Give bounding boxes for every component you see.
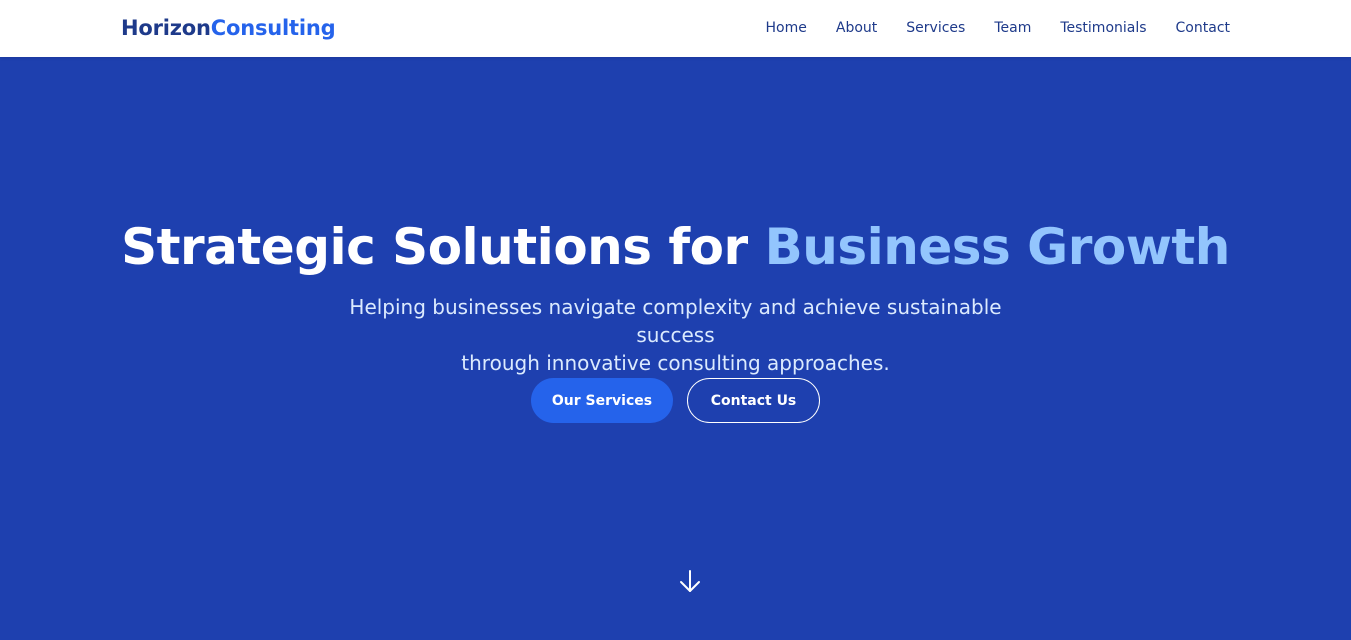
hero-subtitle-line-1: Helping businesses navigate complexity a… [349,295,1002,347]
logo[interactable]: HorizonConsulting [121,14,336,42]
nav-link-services[interactable]: Services [906,18,965,38]
contact-us-button[interactable]: Contact Us [687,378,820,423]
nav-link-team[interactable]: Team [994,18,1031,38]
hero-title: Strategic Solutions for Business Growth [0,215,1351,279]
nav-link-contact[interactable]: Contact [1176,18,1230,38]
nav-link-about[interactable]: About [836,18,877,38]
nav-link-testimonials[interactable]: Testimonials [1060,18,1146,38]
arrow-down-icon[interactable] [676,567,704,595]
nav-link-home[interactable]: Home [766,18,807,38]
our-services-button[interactable]: Our Services [531,378,673,423]
hero-title-main: Strategic Solutions for [121,218,748,276]
hero-section: Strategic Solutions for Business Growth … [0,57,1351,640]
hero-title-accent: Business Growth [764,218,1231,276]
hero-subtitle: Helping businesses navigate complexity a… [316,293,1036,377]
nav-links: Home About Services Team Testimonials Co… [766,18,1230,38]
logo-part-horizon: Horizon [121,16,211,40]
logo-part-consulting: Consulting [210,16,336,40]
hero-subtitle-line-2: through innovative consulting approaches… [461,351,890,375]
navbar: HorizonConsulting Home About Services Te… [0,0,1351,57]
